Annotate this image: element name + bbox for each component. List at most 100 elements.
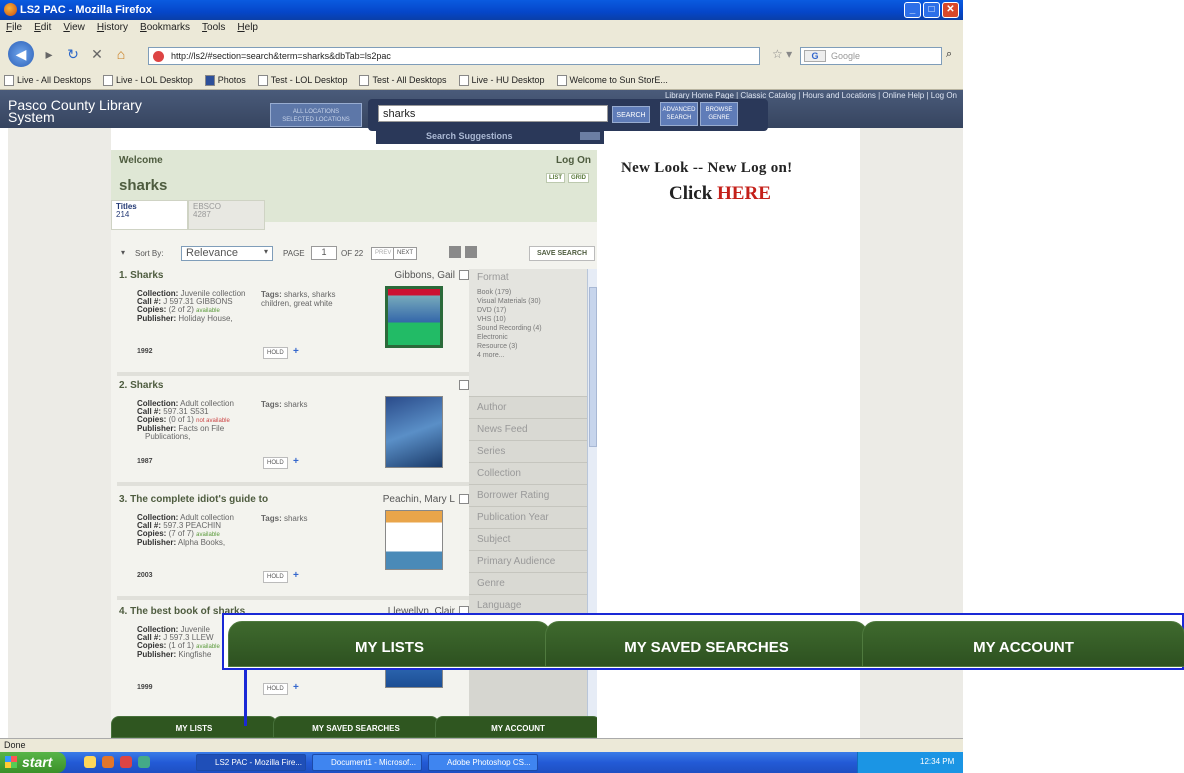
facet-option[interactable]: Book (179) bbox=[477, 288, 579, 297]
hold-button[interactable]: HOLD bbox=[263, 347, 288, 359]
locations-toggle[interactable]: ALL LOCATIONS SELECTED LOCATIONS bbox=[270, 103, 362, 127]
menu-tools[interactable]: Tools bbox=[202, 22, 225, 35]
browser-icon[interactable] bbox=[84, 756, 96, 768]
facet-publication-year[interactable]: Publication Year bbox=[469, 507, 587, 529]
hold-button[interactable]: HOLD bbox=[263, 683, 288, 695]
add-to-list-icon[interactable]: + bbox=[293, 570, 299, 581]
grid-view-button[interactable]: GRID bbox=[568, 173, 589, 183]
menu-file[interactable]: File bbox=[6, 22, 22, 35]
book-cover[interactable] bbox=[385, 510, 443, 570]
rss-icon[interactable] bbox=[449, 246, 461, 258]
facet-option[interactable]: VHS (10) bbox=[477, 315, 579, 324]
web-search-box[interactable]: G Google bbox=[800, 47, 942, 65]
search-icon[interactable]: ⌕ bbox=[946, 48, 952, 61]
result-author[interactable]: Gibbons, Gail bbox=[394, 270, 455, 281]
tab-ebsco[interactable]: EBSCO 4287 bbox=[188, 200, 265, 230]
facet-subject[interactable]: Subject bbox=[469, 529, 587, 551]
url-bar[interactable]: http://ls2/#section=search&term=sharks&d… bbox=[148, 47, 760, 65]
bookmark-item[interactable]: Test - All Desktops bbox=[359, 74, 447, 86]
minimize-button[interactable]: _ bbox=[904, 2, 921, 18]
facet-news-feed[interactable]: News Feed bbox=[469, 419, 587, 441]
bookmark-item[interactable]: Test - LOL Desktop bbox=[257, 74, 347, 86]
app-icon[interactable] bbox=[120, 756, 132, 768]
library-name[interactable]: Pasco County Library System bbox=[8, 98, 142, 124]
promo-line2[interactable]: Click HERE bbox=[669, 183, 771, 205]
facet-option[interactable]: Sound Recording (4) bbox=[477, 324, 579, 333]
start-button[interactable]: start bbox=[0, 752, 66, 773]
browse-genre-button[interactable]: BROWSE GENRE bbox=[700, 102, 738, 126]
hold-button[interactable]: HOLD bbox=[263, 457, 288, 469]
google-icon[interactable]: G bbox=[804, 50, 826, 62]
result-checkbox[interactable] bbox=[459, 494, 469, 504]
export-icon[interactable] bbox=[465, 246, 477, 258]
save-search-button[interactable]: SAVE SEARCH bbox=[529, 246, 595, 261]
menu-view[interactable]: View bbox=[63, 22, 85, 35]
firefox-icon[interactable] bbox=[102, 756, 114, 768]
add-to-list-icon[interactable]: + bbox=[293, 456, 299, 467]
result-title[interactable]: 1. Sharks bbox=[119, 270, 163, 281]
result-title[interactable]: 2. Sharks bbox=[119, 380, 163, 391]
bookmark-item[interactable]: Live - LOL Desktop bbox=[103, 74, 193, 86]
my-saved-searches-tab[interactable]: MY SAVED SEARCHES bbox=[273, 716, 439, 738]
scroll-thumb[interactable] bbox=[589, 287, 597, 447]
app-icon[interactable] bbox=[138, 756, 150, 768]
facet-author[interactable]: Author bbox=[469, 397, 587, 419]
page-input[interactable]: 1 bbox=[311, 246, 337, 260]
bookmark-item[interactable]: Live - HU Desktop bbox=[458, 74, 545, 86]
search-button[interactable]: SEARCH bbox=[612, 106, 650, 123]
result-checkbox[interactable] bbox=[459, 380, 469, 390]
bookmark-item[interactable]: Photos bbox=[204, 74, 246, 86]
bookmark-item[interactable]: Welcome to Sun StorE... bbox=[556, 74, 668, 86]
add-to-list-icon[interactable]: + bbox=[293, 346, 299, 357]
facet-more-link[interactable]: 4 more... bbox=[477, 351, 579, 360]
maximize-button[interactable]: □ bbox=[923, 2, 940, 18]
facet-collection[interactable]: Collection bbox=[469, 463, 587, 485]
taskbar-item[interactable]: LS2 PAC - Mozilla Fire... bbox=[196, 754, 306, 771]
forward-icon[interactable]: ▸ bbox=[40, 46, 58, 63]
sort-select[interactable]: Relevance ▾ bbox=[181, 246, 273, 261]
log-on-link[interactable]: Log On bbox=[556, 155, 591, 166]
facet-option[interactable]: Electronic bbox=[477, 333, 579, 342]
hold-button[interactable]: HOLD bbox=[263, 571, 288, 583]
star-icon[interactable]: ☆ ▾ bbox=[772, 47, 792, 61]
stop-icon[interactable]: ✕ bbox=[88, 46, 106, 63]
catalog-search-input[interactable]: sharks bbox=[378, 105, 608, 122]
advanced-search-button[interactable]: ADVANCED SEARCH bbox=[660, 102, 698, 126]
facet-option[interactable]: DVD (17) bbox=[477, 306, 579, 315]
home-icon[interactable]: ⌂ bbox=[112, 46, 130, 62]
facet-series[interactable]: Series bbox=[469, 441, 587, 463]
add-to-list-icon[interactable]: + bbox=[293, 682, 299, 693]
facet-primary-audience[interactable]: Primary Audience bbox=[469, 551, 587, 573]
tab-titles[interactable]: Titles 214 bbox=[111, 200, 188, 230]
close-button[interactable]: ✕ bbox=[942, 2, 959, 18]
taskbar-item[interactable]: Document1 - Microsof... bbox=[312, 754, 422, 771]
menu-bookmarks[interactable]: Bookmarks bbox=[140, 22, 190, 35]
book-cover[interactable] bbox=[385, 396, 443, 468]
facet-genre[interactable]: Genre bbox=[469, 573, 587, 595]
list-view-button[interactable]: LIST bbox=[546, 173, 565, 183]
facet-borrower-rating[interactable]: Borrower Rating bbox=[469, 485, 587, 507]
bookmark-item[interactable]: Live - All Desktops bbox=[4, 74, 91, 86]
menu-edit[interactable]: Edit bbox=[34, 22, 51, 35]
facet-format[interactable]: Format Book (179) Visual Materials (30) … bbox=[469, 269, 587, 397]
collapse-icon[interactable]: ▾ bbox=[121, 248, 125, 257]
zoomed-my-account-tab[interactable]: MY ACCOUNT bbox=[862, 621, 1184, 667]
menu-help[interactable]: Help bbox=[237, 22, 258, 35]
hide-suggestions-button[interactable] bbox=[580, 132, 600, 140]
zoomed-my-lists-tab[interactable]: MY LISTS bbox=[228, 621, 551, 667]
next-button[interactable]: NEXT bbox=[393, 247, 418, 260]
result-title[interactable]: 3. The complete idiot's guide to bbox=[119, 494, 268, 505]
my-lists-tab[interactable]: MY LISTS bbox=[111, 716, 277, 738]
taskbar-item[interactable]: Adobe Photoshop CS... bbox=[428, 754, 538, 771]
result-checkbox[interactable] bbox=[459, 270, 469, 280]
zoomed-my-saved-searches-tab[interactable]: MY SAVED SEARCHES bbox=[545, 621, 868, 667]
menu-history[interactable]: History bbox=[97, 22, 128, 35]
prev-button[interactable]: PREV bbox=[371, 247, 396, 260]
my-account-tab[interactable]: MY ACCOUNT bbox=[435, 716, 601, 738]
result-author[interactable]: Peachin, Mary L bbox=[383, 494, 455, 505]
book-cover[interactable] bbox=[385, 286, 443, 348]
back-icon[interactable]: ◀ bbox=[8, 41, 34, 67]
reload-icon[interactable]: ↻ bbox=[64, 46, 82, 63]
facet-option[interactable]: Visual Materials (30) bbox=[477, 297, 579, 306]
facet-option[interactable]: Resource (3) bbox=[477, 342, 579, 351]
